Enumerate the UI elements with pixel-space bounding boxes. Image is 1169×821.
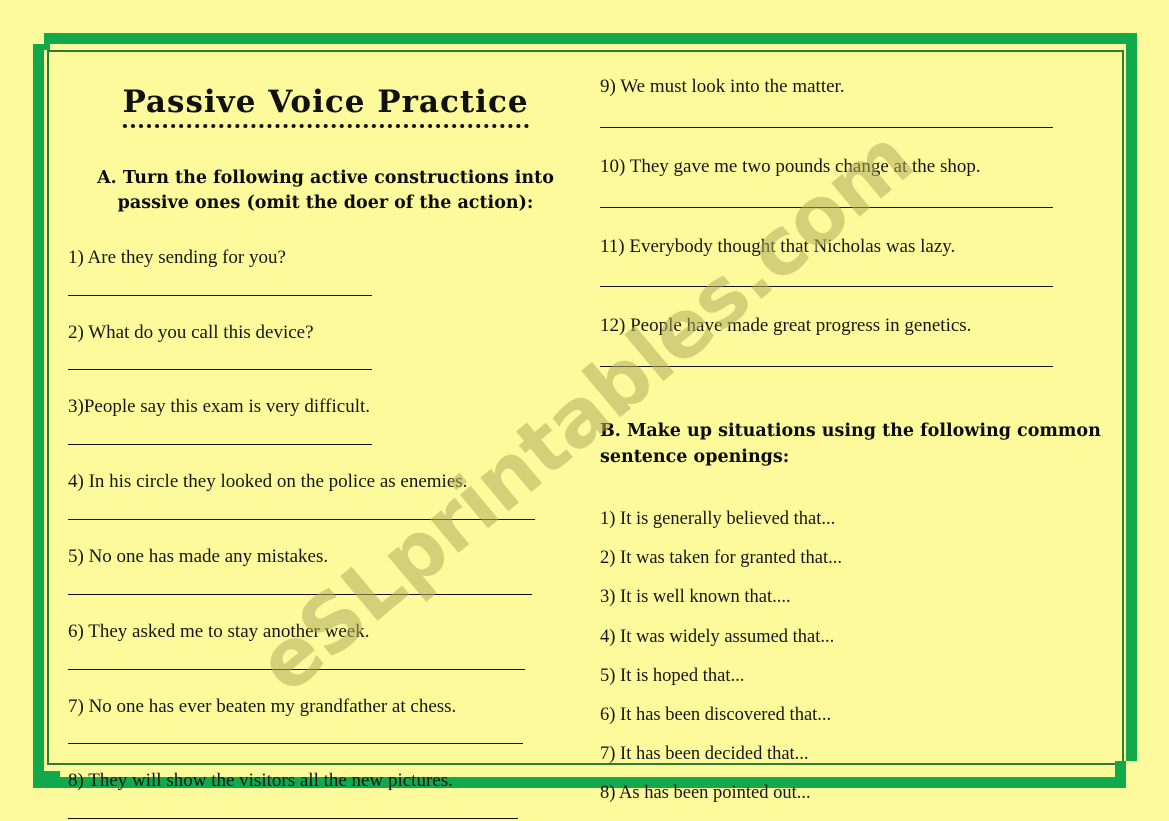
question-text: 6) They asked me to stay another week. xyxy=(68,620,370,642)
answer-line[interactable] xyxy=(600,366,1053,368)
section-b-item: 5) It is hoped that... xyxy=(600,665,745,686)
question-text: 8) They will show the visitors all the n… xyxy=(68,770,453,792)
section-b-item: 8) As has been pointed out... xyxy=(600,783,811,804)
question-item: 5) No one has made any mistakes. xyxy=(68,546,583,595)
section-a-item-list: 1) Are they sending for you? 2) What do y… xyxy=(68,247,583,820)
frame-corner-bottom-right xyxy=(1115,761,1126,777)
answer-line[interactable] xyxy=(68,743,523,745)
question-item: 11) Everybody thought that Nicholas was … xyxy=(600,236,1110,288)
question-item: 12) People have made great progress in g… xyxy=(600,315,1110,368)
question-item: 7) No one has ever beaten my grandfather… xyxy=(68,696,583,745)
answer-line[interactable] xyxy=(600,286,1053,288)
question-text: 10) They gave me two pounds change at th… xyxy=(600,155,981,177)
section-a-continued-list: 9) We must look into the matter. 10) They… xyxy=(600,76,1110,368)
section-b-heading: B. Make up situations using the followin… xyxy=(600,421,1101,467)
section-b-item: 1) It is generally believed that... xyxy=(600,508,836,529)
section-b-item: 3) It is well known that.... xyxy=(600,587,791,608)
section-b-item: 7) It has been decided that... xyxy=(600,744,809,765)
frame-corner-top-left xyxy=(44,33,60,44)
question-text: 1) Are they sending for you? xyxy=(68,246,286,268)
answer-line[interactable] xyxy=(68,668,525,670)
section-b-item-list: 1) It is generally believed that... 2) It… xyxy=(600,508,1110,805)
frame-hairline-left xyxy=(47,50,49,765)
question-item: 9) We must look into the matter. xyxy=(600,76,1110,128)
worksheet-content: Passive Voice Practice A. Turn the follo… xyxy=(60,58,1110,820)
frame-bar-top xyxy=(60,33,1137,44)
frame-corner-bottom-right xyxy=(1110,777,1126,788)
question-text: 11) Everybody thought that Nicholas was … xyxy=(600,235,956,257)
section-a-heading: A. Turn the following active constructio… xyxy=(97,168,554,214)
answer-line[interactable] xyxy=(68,818,518,820)
frame-corner-top-left xyxy=(44,44,50,50)
section-b-item: 2) It was taken for granted that... xyxy=(600,548,842,569)
question-item: 1) Are they sending for you? xyxy=(68,247,583,296)
frame-bar-right xyxy=(1126,44,1137,761)
left-column: Passive Voice Practice A. Turn the follo… xyxy=(68,58,583,820)
frame-corner-top-right xyxy=(1126,33,1137,44)
right-column: 9) We must look into the matter. 10) They… xyxy=(600,58,1110,804)
answer-line[interactable] xyxy=(68,444,372,446)
question-item: 8) They will show the visitors all the n… xyxy=(68,770,583,820)
frame-hairline-top xyxy=(47,50,1124,52)
answer-line[interactable] xyxy=(600,126,1053,128)
section-b-item: 6) It has been discovered that... xyxy=(600,704,832,725)
worksheet-page: Passive Voice Practice A. Turn the follo… xyxy=(0,0,1169,821)
question-text: 7) No one has ever beaten my grandfather… xyxy=(68,695,457,717)
section-b-item: 4) It was widely assumed that... xyxy=(600,626,835,647)
frame-corner-top-left xyxy=(33,44,44,60)
question-text: 3)People say this exam is very difficult… xyxy=(68,396,371,418)
question-item: 2) What do you call this device? xyxy=(68,322,583,371)
frame-hairline-right xyxy=(1122,50,1124,765)
answer-line[interactable] xyxy=(600,206,1053,208)
frame-corner-bottom-left xyxy=(33,777,44,788)
question-item: 6) They asked me to stay another week. xyxy=(68,621,583,670)
answer-line[interactable] xyxy=(68,518,535,520)
question-item: 3)People say this exam is very difficult… xyxy=(68,396,583,446)
frame-corner-top-right xyxy=(1115,33,1126,39)
question-text: 12) People have made great progress in g… xyxy=(600,315,972,337)
question-item: 10) They gave me two pounds change at th… xyxy=(600,156,1110,208)
answer-line[interactable] xyxy=(68,369,372,371)
question-item: 4) In his circle they looked on the poli… xyxy=(68,471,583,520)
question-text: 2) What do you call this device? xyxy=(68,321,314,343)
answer-line[interactable] xyxy=(68,593,532,595)
question-text: 9) We must look into the matter. xyxy=(600,76,845,97)
question-text: 5) No one has made any mistakes. xyxy=(68,545,329,567)
frame-corner-bottom-left xyxy=(44,771,60,777)
frame-bar-left xyxy=(33,60,44,777)
answer-line[interactable] xyxy=(68,294,372,296)
page-title: Passive Voice Practice xyxy=(122,84,529,128)
question-text: 4) In his circle they looked on the poli… xyxy=(68,471,468,493)
